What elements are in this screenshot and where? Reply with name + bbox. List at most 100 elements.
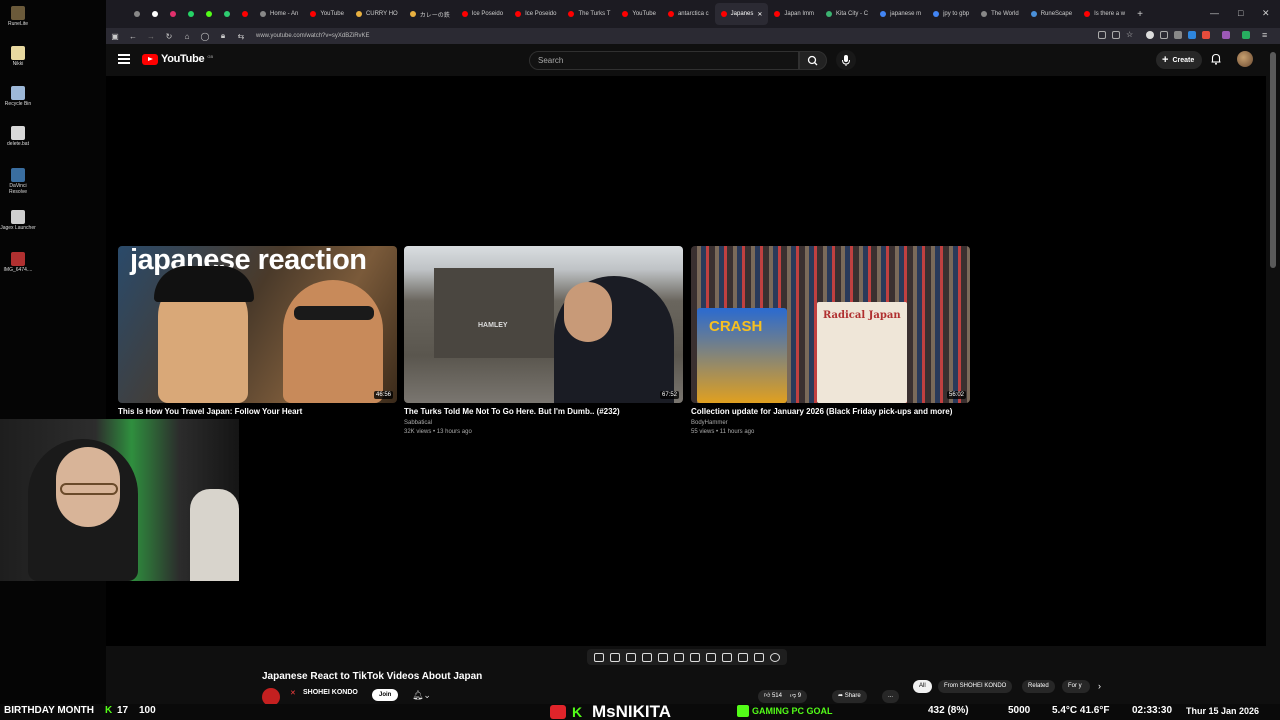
- search-input[interactable]: Search: [529, 51, 799, 70]
- chip-from-channel[interactable]: From SHOHEI KONDO: [938, 680, 1013, 693]
- chevron-right-icon[interactable]: ›: [1098, 681, 1101, 691]
- like-button[interactable]: 👍︎ 514: [764, 690, 782, 703]
- permissions-icon[interactable]: ⇆: [232, 32, 250, 41]
- close-window-button[interactable]: ✕: [1262, 8, 1270, 19]
- picture-in-picture-icon[interactable]: [690, 652, 700, 662]
- browser-tab[interactable]: [218, 3, 236, 25]
- extension-icon[interactable]: [1202, 31, 1210, 39]
- create-button[interactable]: + Create: [1156, 51, 1203, 69]
- minimize-button[interactable]: —: [1210, 8, 1219, 18]
- reload-button[interactable]: ↻: [160, 32, 178, 41]
- chip-all[interactable]: All: [913, 680, 932, 693]
- keyboard-icon[interactable]: [754, 652, 764, 662]
- video-thumbnail[interactable]: CRASH Radical Japan 56:02: [691, 246, 970, 403]
- extension-icon[interactable]: [1146, 31, 1154, 39]
- miniplayer-icon[interactable]: [674, 652, 684, 662]
- cast-icon[interactable]: [626, 652, 636, 662]
- desktop-shortcut[interactable]: IMG_6474....: [0, 252, 36, 273]
- browser-tab[interactable]: [146, 3, 164, 25]
- extension-icon[interactable]: [1174, 31, 1182, 39]
- chip-for-you[interactable]: For y: [1062, 680, 1090, 693]
- shield-icon[interactable]: ◯: [196, 32, 214, 41]
- video-thumbnail[interactable]: japanese reaction 46:56: [118, 246, 397, 403]
- menu-icon[interactable]: ≡: [1262, 31, 1270, 40]
- hamburger-menu-icon[interactable]: [118, 54, 130, 64]
- chip-related[interactable]: Related: [1022, 680, 1055, 693]
- sidebar-toggle-icon[interactable]: ▣: [106, 32, 124, 41]
- video-title[interactable]: This Is How You Travel Japan: Follow You…: [118, 407, 397, 416]
- channel-name[interactable]: Sabbatical: [404, 419, 683, 428]
- end-screen-card[interactable]: japanese reaction 46:56 This Is How You …: [118, 246, 397, 419]
- extension-icon[interactable]: [1222, 31, 1230, 39]
- browser-tab[interactable]: [128, 3, 146, 25]
- close-tab-icon[interactable]: ✕: [757, 11, 762, 18]
- loop-icon[interactable]: [594, 652, 604, 662]
- forward-button[interactable]: →: [142, 32, 160, 41]
- browser-tab[interactable]: jpy to gbp: [927, 3, 975, 25]
- browser-tab[interactable]: Ice Poseido: [456, 3, 509, 25]
- notifications-button[interactable]: [1209, 52, 1223, 66]
- desktop-shortcut[interactable]: Recycle Bin: [0, 86, 36, 107]
- back-button[interactable]: ←: [124, 32, 142, 41]
- browser-tab[interactable]: Kita City - C: [820, 3, 874, 25]
- more-actions-button[interactable]: ...: [882, 690, 900, 703]
- browser-tab[interactable]: japanese m: [874, 3, 927, 25]
- theater-mode-icon[interactable]: [658, 652, 668, 662]
- browser-tab[interactable]: Home - An: [254, 3, 304, 25]
- voice-search-button[interactable]: [836, 50, 856, 70]
- extension-icon[interactable]: [1242, 31, 1250, 39]
- add-icon[interactable]: [722, 652, 732, 662]
- channel-name[interactable]: SHOHEI KONDO: [303, 689, 358, 696]
- extension-icon[interactable]: [1160, 31, 1168, 39]
- new-tab-button[interactable]: +: [1131, 3, 1149, 25]
- browser-tab[interactable]: [164, 3, 182, 25]
- browser-tab[interactable]: Ice Poseido: [509, 3, 562, 25]
- video-player[interactable]: japanese reaction 46:56 This Is How You …: [106, 76, 1266, 646]
- browser-tab[interactable]: antarctica c: [662, 3, 715, 25]
- clip-icon[interactable]: [642, 652, 652, 662]
- browser-tab[interactable]: YouTube: [304, 3, 350, 25]
- end-screen-card[interactable]: HAMLEY 67:52 The Turks Told Me Not To Go…: [404, 246, 683, 437]
- browser-tab[interactable]: [200, 3, 218, 25]
- extension-icon[interactable]: [1188, 31, 1196, 39]
- browser-tab[interactable]: The World: [975, 3, 1025, 25]
- browser-tab[interactable]: Japan Imm: [768, 3, 820, 25]
- browser-tab[interactable]: CURRY HO: [350, 3, 404, 25]
- video-title[interactable]: The Turks Told Me Not To Go Here. But I'…: [404, 407, 683, 416]
- desktop-shortcut[interactable]: DaVinci Resolve: [0, 168, 36, 195]
- audio-icon[interactable]: [610, 652, 620, 662]
- camera-icon[interactable]: [738, 652, 748, 662]
- avatar[interactable]: [1237, 51, 1253, 67]
- maximize-button[interactable]: □: [1238, 8, 1243, 18]
- join-button[interactable]: Join: [372, 689, 399, 701]
- bookmark-star-icon[interactable]: ☆: [1126, 31, 1134, 39]
- screenshot-icon[interactable]: [1112, 31, 1120, 39]
- video-thumbnail[interactable]: HAMLEY 67:52: [404, 246, 683, 403]
- url-bar[interactable]: www.youtube.com/watch?v=syXdBZiRvKE: [256, 33, 370, 39]
- browser-tab[interactable]: Is there a w: [1078, 3, 1131, 25]
- desktop-shortcut[interactable]: Jagex Launcher: [0, 210, 36, 231]
- search-button[interactable]: [799, 51, 827, 70]
- browser-tab[interactable]: [236, 3, 254, 25]
- browser-tab[interactable]: RuneScape: [1025, 3, 1078, 25]
- scrollbar-thumb[interactable]: [1270, 52, 1276, 268]
- browser-tab[interactable]: The Turks T: [562, 3, 616, 25]
- dislike-button[interactable]: 👎︎ 9: [790, 690, 801, 703]
- browser-tab[interactable]: カレーの鉄: [404, 3, 456, 25]
- speed-icon[interactable]: [706, 652, 716, 662]
- youtube-logo[interactable]: YouTube GB: [142, 53, 213, 65]
- desktop-shortcut[interactable]: Nikki: [0, 46, 36, 67]
- settings-gear-icon[interactable]: [770, 652, 780, 662]
- video-title[interactable]: Collection update for January 2026 (Blac…: [691, 407, 970, 416]
- home-button[interactable]: ⌂: [178, 32, 196, 41]
- browser-tab[interactable]: YouTube: [616, 3, 662, 25]
- desktop-shortcut[interactable]: RuneLite: [0, 6, 36, 27]
- close-icon[interactable]: ✕: [290, 689, 296, 697]
- browser-tab[interactable]: Japanes ✕: [714, 3, 769, 25]
- channel-name[interactable]: BodyHammer: [691, 419, 970, 428]
- reader-view-icon[interactable]: [1098, 31, 1106, 39]
- browser-tab[interactable]: [182, 3, 200, 25]
- share-button[interactable]: ➦ Share: [832, 690, 867, 703]
- subscribe-bell-icon[interactable]: 🔔︎⌄: [412, 690, 431, 701]
- desktop-shortcut[interactable]: delete.bat: [0, 126, 36, 147]
